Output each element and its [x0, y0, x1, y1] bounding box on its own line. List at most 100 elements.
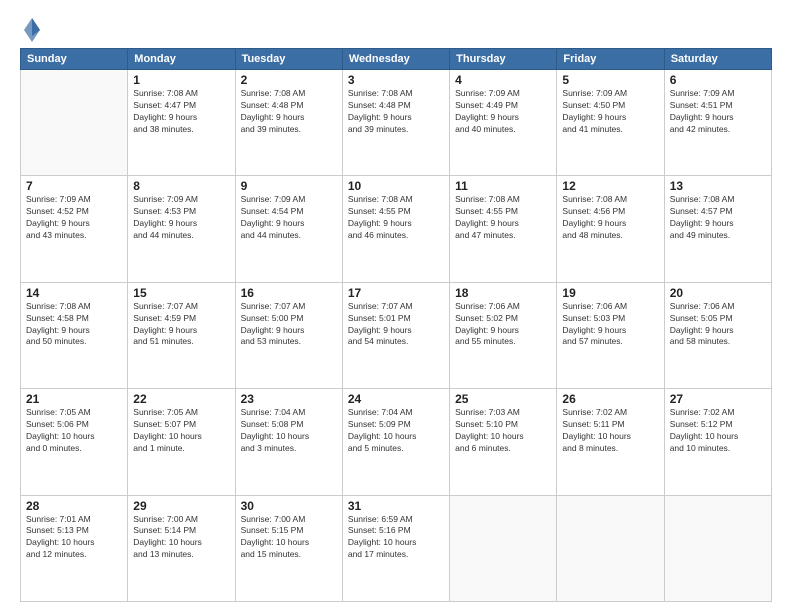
calendar-cell: 3Sunrise: 7:08 AM Sunset: 4:48 PM Daylig…	[342, 70, 449, 176]
cell-info: Sunrise: 7:03 AM Sunset: 5:10 PM Dayligh…	[455, 407, 551, 455]
cell-info: Sunrise: 7:08 AM Sunset: 4:47 PM Dayligh…	[133, 88, 229, 136]
cell-info: Sunrise: 7:09 AM Sunset: 4:54 PM Dayligh…	[241, 194, 337, 242]
calendar-week-row: 7Sunrise: 7:09 AM Sunset: 4:52 PM Daylig…	[21, 176, 772, 282]
day-number: 31	[348, 499, 444, 513]
calendar-cell: 26Sunrise: 7:02 AM Sunset: 5:11 PM Dayli…	[557, 389, 664, 495]
calendar-cell	[21, 70, 128, 176]
cell-info: Sunrise: 7:07 AM Sunset: 4:59 PM Dayligh…	[133, 301, 229, 349]
cell-info: Sunrise: 7:09 AM Sunset: 4:50 PM Dayligh…	[562, 88, 658, 136]
cell-info: Sunrise: 7:06 AM Sunset: 5:03 PM Dayligh…	[562, 301, 658, 349]
cell-info: Sunrise: 7:07 AM Sunset: 5:01 PM Dayligh…	[348, 301, 444, 349]
logo	[20, 16, 42, 40]
day-number: 6	[670, 73, 766, 87]
calendar-header-cell: Friday	[557, 49, 664, 70]
day-number: 30	[241, 499, 337, 513]
calendar-cell: 23Sunrise: 7:04 AM Sunset: 5:08 PM Dayli…	[235, 389, 342, 495]
calendar-header-cell: Wednesday	[342, 49, 449, 70]
day-number: 19	[562, 286, 658, 300]
cell-info: Sunrise: 7:01 AM Sunset: 5:13 PM Dayligh…	[26, 514, 122, 562]
calendar-cell: 19Sunrise: 7:06 AM Sunset: 5:03 PM Dayli…	[557, 282, 664, 388]
calendar-cell: 7Sunrise: 7:09 AM Sunset: 4:52 PM Daylig…	[21, 176, 128, 282]
day-number: 12	[562, 179, 658, 193]
day-number: 11	[455, 179, 551, 193]
calendar-header-cell: Thursday	[450, 49, 557, 70]
cell-info: Sunrise: 7:00 AM Sunset: 5:14 PM Dayligh…	[133, 514, 229, 562]
day-number: 2	[241, 73, 337, 87]
cell-info: Sunrise: 7:08 AM Sunset: 4:57 PM Dayligh…	[670, 194, 766, 242]
header	[20, 16, 772, 40]
cell-info: Sunrise: 6:59 AM Sunset: 5:16 PM Dayligh…	[348, 514, 444, 562]
calendar-cell: 9Sunrise: 7:09 AM Sunset: 4:54 PM Daylig…	[235, 176, 342, 282]
cell-info: Sunrise: 7:08 AM Sunset: 4:56 PM Dayligh…	[562, 194, 658, 242]
calendar-body: 1Sunrise: 7:08 AM Sunset: 4:47 PM Daylig…	[21, 70, 772, 602]
day-number: 13	[670, 179, 766, 193]
cell-info: Sunrise: 7:02 AM Sunset: 5:11 PM Dayligh…	[562, 407, 658, 455]
calendar-header-row: SundayMondayTuesdayWednesdayThursdayFrid…	[21, 49, 772, 70]
day-number: 9	[241, 179, 337, 193]
calendar-cell	[664, 495, 771, 601]
cell-info: Sunrise: 7:08 AM Sunset: 4:58 PM Dayligh…	[26, 301, 122, 349]
calendar-cell: 13Sunrise: 7:08 AM Sunset: 4:57 PM Dayli…	[664, 176, 771, 282]
day-number: 14	[26, 286, 122, 300]
cell-info: Sunrise: 7:04 AM Sunset: 5:08 PM Dayligh…	[241, 407, 337, 455]
cell-info: Sunrise: 7:05 AM Sunset: 5:07 PM Dayligh…	[133, 407, 229, 455]
calendar-cell: 16Sunrise: 7:07 AM Sunset: 5:00 PM Dayli…	[235, 282, 342, 388]
calendar-week-row: 14Sunrise: 7:08 AM Sunset: 4:58 PM Dayli…	[21, 282, 772, 388]
cell-info: Sunrise: 7:09 AM Sunset: 4:52 PM Dayligh…	[26, 194, 122, 242]
day-number: 7	[26, 179, 122, 193]
day-number: 20	[670, 286, 766, 300]
cell-info: Sunrise: 7:04 AM Sunset: 5:09 PM Dayligh…	[348, 407, 444, 455]
calendar-cell: 29Sunrise: 7:00 AM Sunset: 5:14 PM Dayli…	[128, 495, 235, 601]
calendar-header-cell: Tuesday	[235, 49, 342, 70]
cell-info: Sunrise: 7:09 AM Sunset: 4:49 PM Dayligh…	[455, 88, 551, 136]
calendar-cell: 28Sunrise: 7:01 AM Sunset: 5:13 PM Dayli…	[21, 495, 128, 601]
calendar-cell: 11Sunrise: 7:08 AM Sunset: 4:55 PM Dayli…	[450, 176, 557, 282]
calendar-header-cell: Saturday	[664, 49, 771, 70]
day-number: 25	[455, 392, 551, 406]
cell-info: Sunrise: 7:08 AM Sunset: 4:55 PM Dayligh…	[348, 194, 444, 242]
calendar-cell: 27Sunrise: 7:02 AM Sunset: 5:12 PM Dayli…	[664, 389, 771, 495]
calendar-cell: 8Sunrise: 7:09 AM Sunset: 4:53 PM Daylig…	[128, 176, 235, 282]
calendar-cell: 15Sunrise: 7:07 AM Sunset: 4:59 PM Dayli…	[128, 282, 235, 388]
cell-info: Sunrise: 7:09 AM Sunset: 4:51 PM Dayligh…	[670, 88, 766, 136]
calendar-cell: 10Sunrise: 7:08 AM Sunset: 4:55 PM Dayli…	[342, 176, 449, 282]
calendar-cell: 31Sunrise: 6:59 AM Sunset: 5:16 PM Dayli…	[342, 495, 449, 601]
day-number: 8	[133, 179, 229, 193]
day-number: 28	[26, 499, 122, 513]
cell-info: Sunrise: 7:08 AM Sunset: 4:55 PM Dayligh…	[455, 194, 551, 242]
cell-info: Sunrise: 7:05 AM Sunset: 5:06 PM Dayligh…	[26, 407, 122, 455]
day-number: 18	[455, 286, 551, 300]
calendar-cell: 2Sunrise: 7:08 AM Sunset: 4:48 PM Daylig…	[235, 70, 342, 176]
day-number: 1	[133, 73, 229, 87]
calendar-cell: 4Sunrise: 7:09 AM Sunset: 4:49 PM Daylig…	[450, 70, 557, 176]
day-number: 10	[348, 179, 444, 193]
logo-icon	[22, 16, 42, 44]
day-number: 16	[241, 286, 337, 300]
day-number: 26	[562, 392, 658, 406]
calendar-cell: 17Sunrise: 7:07 AM Sunset: 5:01 PM Dayli…	[342, 282, 449, 388]
day-number: 17	[348, 286, 444, 300]
cell-info: Sunrise: 7:06 AM Sunset: 5:05 PM Dayligh…	[670, 301, 766, 349]
cell-info: Sunrise: 7:00 AM Sunset: 5:15 PM Dayligh…	[241, 514, 337, 562]
calendar-cell: 14Sunrise: 7:08 AM Sunset: 4:58 PM Dayli…	[21, 282, 128, 388]
calendar-cell	[450, 495, 557, 601]
calendar-week-row: 28Sunrise: 7:01 AM Sunset: 5:13 PM Dayli…	[21, 495, 772, 601]
calendar-cell: 5Sunrise: 7:09 AM Sunset: 4:50 PM Daylig…	[557, 70, 664, 176]
calendar-cell	[557, 495, 664, 601]
day-number: 29	[133, 499, 229, 513]
cell-info: Sunrise: 7:02 AM Sunset: 5:12 PM Dayligh…	[670, 407, 766, 455]
day-number: 4	[455, 73, 551, 87]
calendar-week-row: 21Sunrise: 7:05 AM Sunset: 5:06 PM Dayli…	[21, 389, 772, 495]
calendar-header-cell: Monday	[128, 49, 235, 70]
page: SundayMondayTuesdayWednesdayThursdayFrid…	[0, 0, 792, 612]
day-number: 3	[348, 73, 444, 87]
cell-info: Sunrise: 7:06 AM Sunset: 5:02 PM Dayligh…	[455, 301, 551, 349]
calendar-table: SundayMondayTuesdayWednesdayThursdayFrid…	[20, 48, 772, 602]
calendar-cell: 30Sunrise: 7:00 AM Sunset: 5:15 PM Dayli…	[235, 495, 342, 601]
calendar-cell: 21Sunrise: 7:05 AM Sunset: 5:06 PM Dayli…	[21, 389, 128, 495]
cell-info: Sunrise: 7:07 AM Sunset: 5:00 PM Dayligh…	[241, 301, 337, 349]
calendar-cell: 22Sunrise: 7:05 AM Sunset: 5:07 PM Dayli…	[128, 389, 235, 495]
day-number: 23	[241, 392, 337, 406]
day-number: 5	[562, 73, 658, 87]
calendar-cell: 24Sunrise: 7:04 AM Sunset: 5:09 PM Dayli…	[342, 389, 449, 495]
